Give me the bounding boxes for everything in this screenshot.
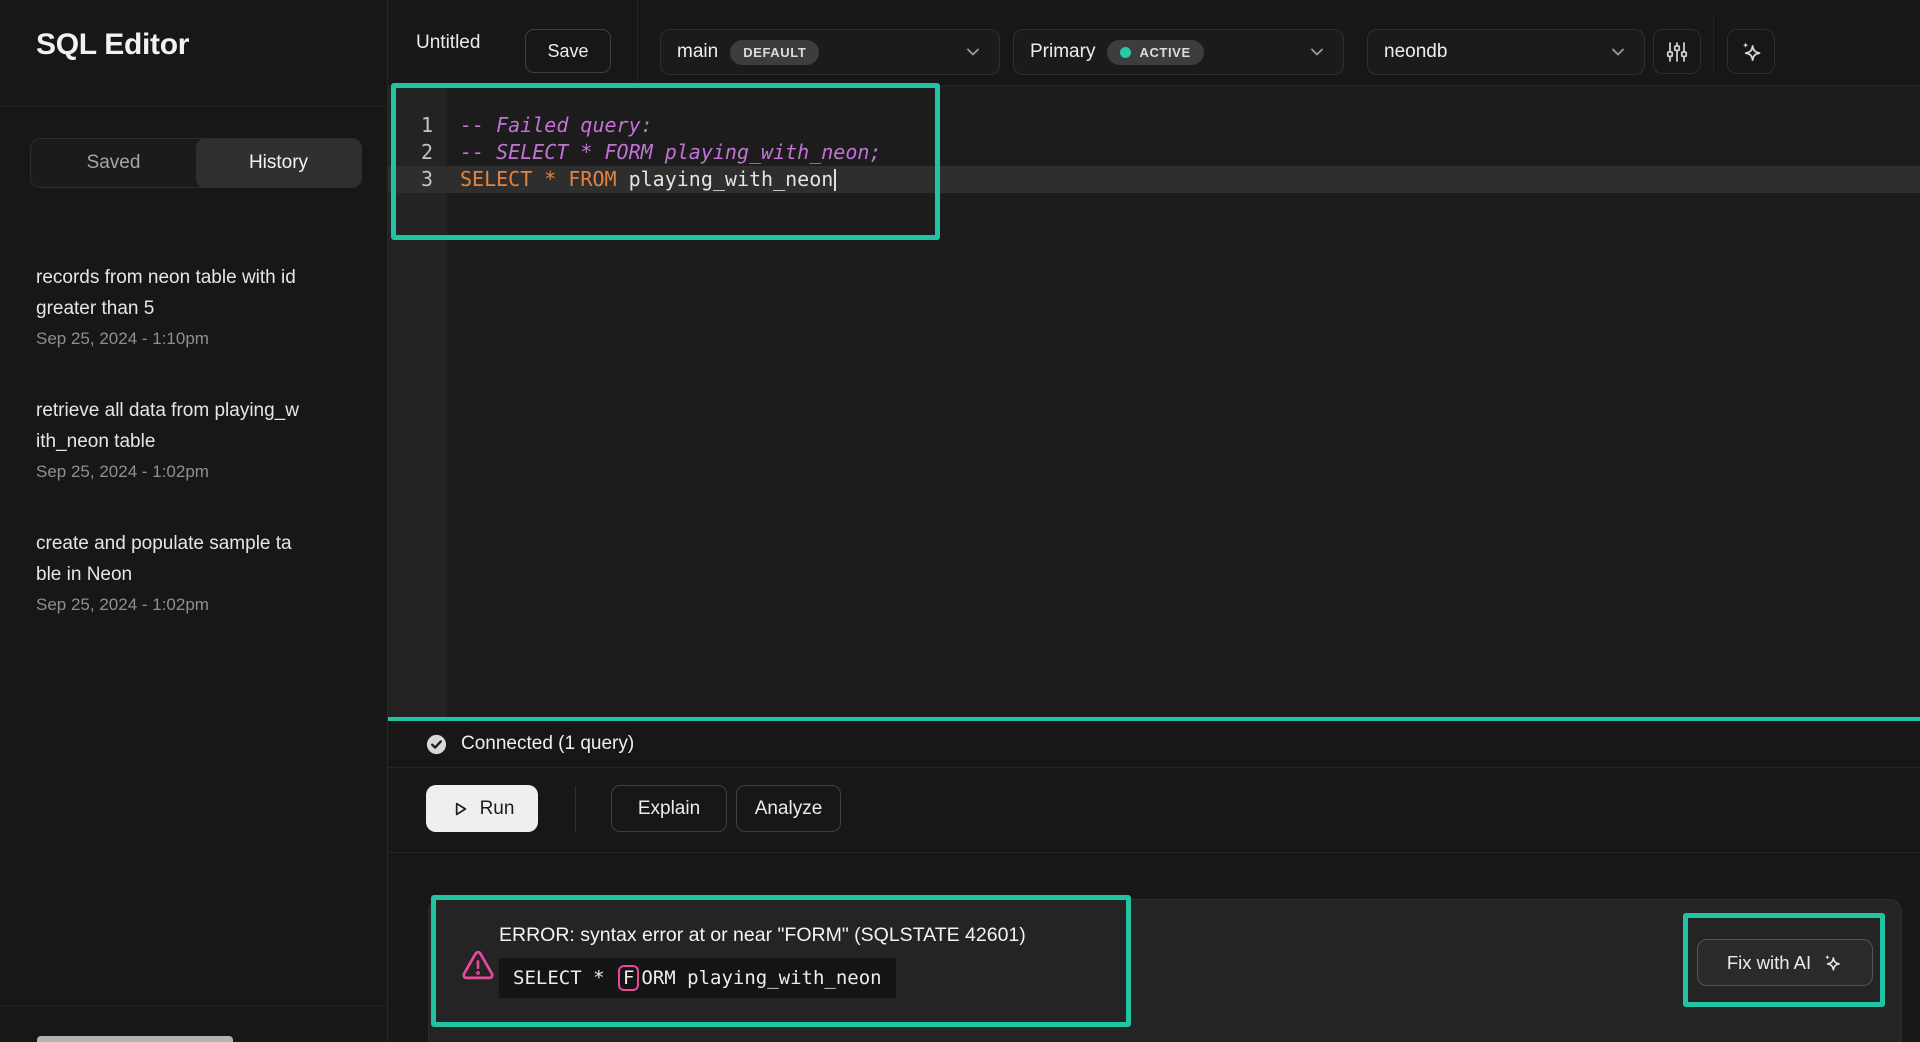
toolbar-divider — [575, 786, 576, 832]
chevron-down-icon — [1608, 42, 1628, 62]
connection-status-bar: Connected (1 query) — [388, 721, 1920, 768]
line-number: 1 — [388, 112, 447, 139]
sliders-icon — [1665, 40, 1689, 64]
default-badge: DEFAULT — [730, 40, 819, 65]
editor-line[interactable]: 3SELECT * FROM playing_with_neon — [388, 166, 1920, 193]
history-item[interactable]: records from neon table with id greater … — [36, 262, 357, 349]
history-item-timestamp: Sep 25, 2024 - 1:02pm — [36, 595, 357, 615]
save-button[interactable]: Save — [525, 29, 611, 73]
tab-saved[interactable]: Saved — [31, 139, 196, 187]
fix-with-ai-button[interactable]: Fix with AI — [1697, 939, 1873, 986]
active-badge-label: ACTIVE — [1139, 45, 1190, 60]
run-button[interactable]: Run — [426, 785, 538, 832]
sidebar-header: SQL Editor — [0, 0, 387, 107]
history-list: records from neon table with id greater … — [36, 262, 357, 661]
sparkle-icon — [1738, 39, 1764, 65]
page-title: SQL Editor — [36, 28, 189, 62]
explain-button[interactable]: Explain — [611, 785, 727, 832]
editor-line[interactable]: 2-- SELECT * FORM playing_with_neon; — [388, 139, 1920, 166]
sidebar-divider — [0, 1005, 387, 1006]
line-number: 2 — [388, 139, 447, 166]
fix-with-ai-label: Fix with AI — [1727, 952, 1811, 974]
chevron-down-icon — [963, 42, 983, 62]
line-number: 3 — [388, 166, 447, 193]
run-button-label: Run — [480, 798, 515, 820]
history-item-title: records from neon table with id greater … — [36, 262, 357, 324]
history-item-timestamp: Sep 25, 2024 - 1:10pm — [36, 329, 357, 349]
database-dropdown[interactable]: neondb — [1367, 29, 1645, 75]
editor-line[interactable]: 1-- Failed query: — [388, 112, 1920, 139]
warning-triangle-icon — [460, 948, 496, 984]
history-item-timestamp: Sep 25, 2024 - 1:02pm — [36, 462, 357, 482]
active-dot-icon — [1120, 47, 1131, 58]
branch-name: main — [677, 41, 718, 63]
sql-code-editor[interactable]: 1-- Failed query:2-- SELECT * FORM playi… — [388, 86, 1920, 717]
results-area: ERROR: syntax error at or near "FORM" (S… — [388, 854, 1920, 1042]
chevron-down-icon — [1307, 42, 1327, 62]
compute-dropdown[interactable]: Primary ACTIVE — [1013, 29, 1344, 75]
editor-lines: 1-- Failed query:2-- SELECT * FORM playi… — [388, 112, 1920, 193]
check-circle-icon — [425, 733, 448, 756]
branch-dropdown[interactable]: main DEFAULT — [660, 29, 1000, 75]
connection-status-label: Connected (1 query) — [461, 733, 634, 755]
error-highlight-box: F — [618, 965, 639, 991]
active-badge: ACTIVE — [1107, 40, 1203, 65]
sidebar: SQL Editor Saved History records from ne… — [0, 0, 388, 1042]
query-toolbar: Run Explain Analyze — [388, 769, 1920, 853]
text-cursor — [834, 169, 836, 191]
play-icon — [450, 799, 470, 819]
line-code: -- SELECT * FORM playing_with_neon; — [447, 139, 881, 166]
sparkle-icon — [1821, 952, 1843, 974]
snippet-after: ORM playing_with_neon — [641, 967, 881, 989]
document-title[interactable]: Untitled — [416, 0, 480, 86]
saved-history-tab-switch: Saved History — [30, 138, 362, 188]
sql-editor-app: SQL Editor Saved History records from ne… — [0, 0, 1920, 1042]
line-code: SELECT * FROM playing_with_neon — [447, 166, 836, 193]
analyze-button[interactable]: Analyze — [736, 785, 841, 832]
topbar: Untitled Save main DEFAULT Primary ACTIV… — [388, 0, 1920, 86]
history-item[interactable]: retrieve all data from playing_w ith_neo… — [36, 395, 357, 482]
query-settings-button[interactable] — [1653, 29, 1701, 74]
ai-assistant-button[interactable] — [1727, 29, 1775, 74]
error-code-snippet: SELECT * FORM playing_with_neon — [499, 958, 896, 998]
sidebar-bottom-element[interactable] — [37, 1036, 233, 1042]
topbar-divider — [1713, 14, 1714, 72]
history-item[interactable]: create and populate sample ta ble in Neo… — [36, 528, 357, 615]
snippet-before: SELECT * — [513, 967, 616, 989]
database-name: neondb — [1384, 41, 1447, 63]
compute-name: Primary — [1030, 41, 1095, 63]
line-code: -- Failed query: — [447, 112, 653, 139]
error-panel: ERROR: syntax error at or near "FORM" (S… — [428, 899, 1902, 1042]
topbar-divider — [637, 0, 638, 86]
history-item-title: create and populate sample ta ble in Neo… — [36, 528, 357, 590]
history-item-title: retrieve all data from playing_w ith_neo… — [36, 395, 357, 457]
error-message: ERROR: syntax error at or near "FORM" (S… — [499, 924, 1026, 947]
tab-history[interactable]: History — [196, 139, 361, 187]
